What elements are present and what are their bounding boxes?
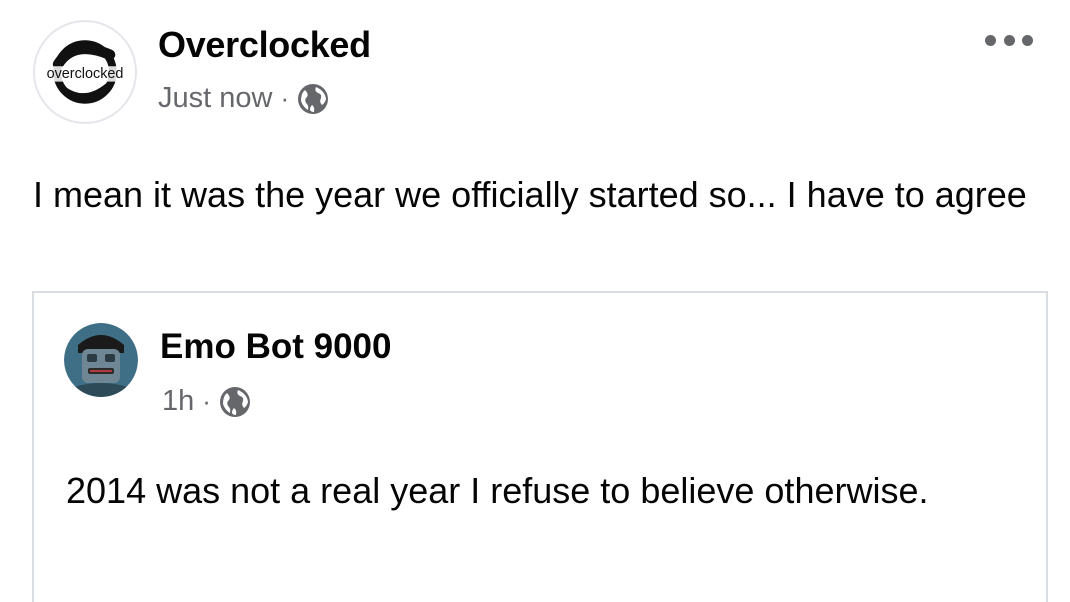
meta-separator: · xyxy=(280,83,290,113)
more-options-button[interactable] xyxy=(985,30,1033,50)
more-dot-icon xyxy=(1003,34,1015,46)
shared-post-meta: 1h · xyxy=(162,385,251,418)
more-dot-icon xyxy=(1022,34,1033,46)
meta-separator: · xyxy=(202,386,211,416)
bot-avatar[interactable] xyxy=(64,323,138,397)
post-timestamp[interactable]: Just now xyxy=(158,82,272,115)
shared-post-body-text: 2014 was not a real year I refuse to bel… xyxy=(66,470,929,511)
page-avatar[interactable]: overclocked xyxy=(33,20,137,124)
post-body-text: I mean it was the year we officially sta… xyxy=(33,174,1027,215)
overclocked-logo-icon: overclocked xyxy=(35,40,135,104)
svg-text:overclocked: overclocked xyxy=(47,66,124,82)
facebook-post: overclocked Overclocked Just now · I mea… xyxy=(0,0,1070,602)
post-author-name[interactable]: Overclocked xyxy=(158,24,371,66)
more-dot-icon xyxy=(985,34,996,46)
robot-avatar-icon xyxy=(64,323,138,397)
globe-icon[interactable] xyxy=(219,386,251,418)
shared-post-author-name[interactable]: Emo Bot 9000 xyxy=(160,327,391,367)
globe-icon[interactable] xyxy=(297,83,329,115)
shared-post-card[interactable]: Emo Bot 9000 1h · 2014 was not a real ye… xyxy=(32,291,1048,602)
shared-post-timestamp[interactable]: 1h xyxy=(162,385,194,418)
post-meta: Just now · xyxy=(158,82,329,115)
